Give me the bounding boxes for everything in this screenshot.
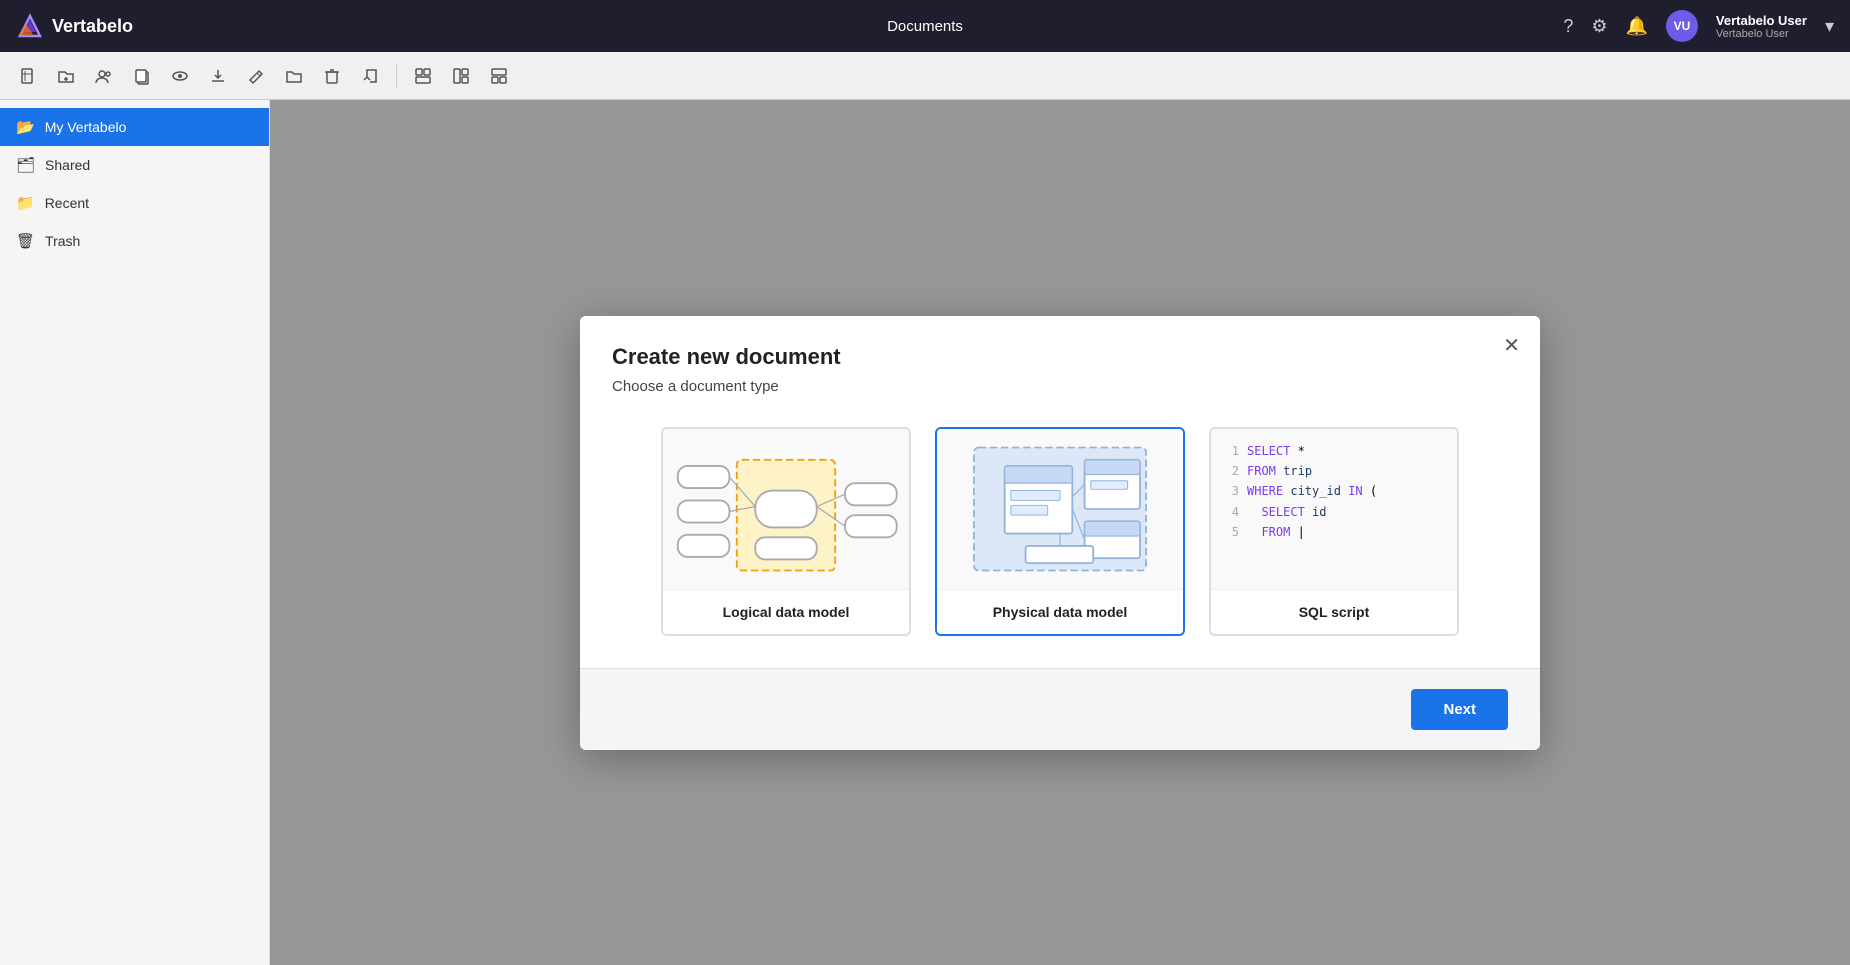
copy-icon[interactable]	[126, 60, 158, 92]
doc-type-card-sql[interactable]: 1SELECT * 2FROM trip 3WHERE city_id IN (…	[1209, 427, 1459, 636]
trash-folder-icon: 🗑	[16, 232, 35, 250]
modal-body: Logical data model	[580, 395, 1540, 668]
sidebar-item-shared[interactable]: 🗂 Shared	[0, 146, 269, 184]
help-icon[interactable]: ?	[1563, 16, 1573, 37]
modal-footer: Next	[580, 668, 1540, 750]
logo-text: Vertabelo	[52, 16, 133, 37]
modal-subtitle: Choose a document type	[612, 378, 1508, 395]
modal-header: Create new document Choose a document ty…	[580, 316, 1540, 395]
layout-icon-3[interactable]	[483, 60, 515, 92]
folder-icon[interactable]	[278, 60, 310, 92]
sidebar-item-trash[interactable]: 🗑 Trash	[0, 222, 269, 260]
settings-icon[interactable]: ⚙	[1591, 16, 1607, 37]
logical-preview	[663, 429, 909, 589]
user-dropdown-chevron[interactable]: ▾	[1825, 16, 1834, 37]
toolbar-divider-1	[396, 64, 397, 88]
user-avatar[interactable]: VU	[1666, 10, 1698, 42]
modal-overlay: Create new document Choose a document ty…	[270, 100, 1850, 965]
delete-icon[interactable]	[316, 60, 348, 92]
sidebar-item-label: Shared	[45, 157, 90, 173]
sql-card-label: SQL script	[1211, 589, 1457, 634]
physical-preview	[937, 429, 1183, 589]
layout-icon-1[interactable]	[407, 60, 439, 92]
layout-icon-2[interactable]	[445, 60, 477, 92]
next-button[interactable]: Next	[1411, 689, 1508, 730]
sidebar-item-label: Recent	[45, 195, 89, 211]
user-name: Vertabelo User	[1716, 13, 1807, 28]
recent-folder-icon: 📁	[16, 194, 35, 212]
sidebar: 📂 My Vertabelo 🗂 Shared 📁 Recent 🗑 Trash	[0, 100, 270, 965]
team-icon[interactable]	[88, 60, 120, 92]
folder-closed-icon: 🗂	[16, 156, 35, 174]
new-document-icon[interactable]	[12, 60, 44, 92]
edit-icon[interactable]	[240, 60, 272, 92]
notifications-icon[interactable]: 🔔	[1625, 16, 1647, 37]
content-area: Create new document Choose a document ty…	[270, 100, 1850, 965]
sidebar-item-label: Trash	[45, 233, 80, 249]
modal-close-button[interactable]: ✕	[1503, 336, 1520, 356]
toolbar	[0, 52, 1850, 100]
sidebar-item-recent[interactable]: 📁 Recent	[0, 184, 269, 222]
sidebar-item-label: My Vertabelo	[45, 119, 127, 135]
user-info: Vertabelo User Vertabelo User	[1716, 13, 1807, 40]
vertabelo-logo-icon	[16, 12, 44, 40]
user-sub: Vertabelo User	[1716, 28, 1807, 40]
export-icon[interactable]	[354, 60, 386, 92]
nav-icons-group: ? ⚙ 🔔 VU Vertabelo User Vertabelo User ▾	[1563, 10, 1834, 42]
sql-preview: 1SELECT * 2FROM trip 3WHERE city_id IN (…	[1211, 429, 1457, 589]
page-title: Documents	[887, 18, 963, 35]
main-layout: 📂 My Vertabelo 🗂 Shared 📁 Recent 🗑 Trash…	[0, 100, 1850, 965]
top-navigation: Vertabelo Documents ? ⚙ 🔔 VU Vertabelo U…	[0, 0, 1850, 52]
sidebar-item-my-vertabelo[interactable]: 📂 My Vertabelo	[0, 108, 269, 146]
new-folder-icon[interactable]	[50, 60, 82, 92]
physical-card-label: Physical data model	[937, 589, 1183, 634]
eye-icon[interactable]	[164, 60, 196, 92]
modal-title: Create new document	[612, 344, 1508, 370]
logo-area: Vertabelo	[16, 12, 133, 40]
doc-type-card-logical[interactable]: Logical data model	[661, 427, 911, 636]
download-icon[interactable]	[202, 60, 234, 92]
logical-card-label: Logical data model	[663, 589, 909, 634]
doc-type-card-physical[interactable]: Physical data model	[935, 427, 1185, 636]
folder-open-icon: 📂	[16, 118, 35, 136]
create-document-modal: Create new document Choose a document ty…	[580, 316, 1540, 750]
